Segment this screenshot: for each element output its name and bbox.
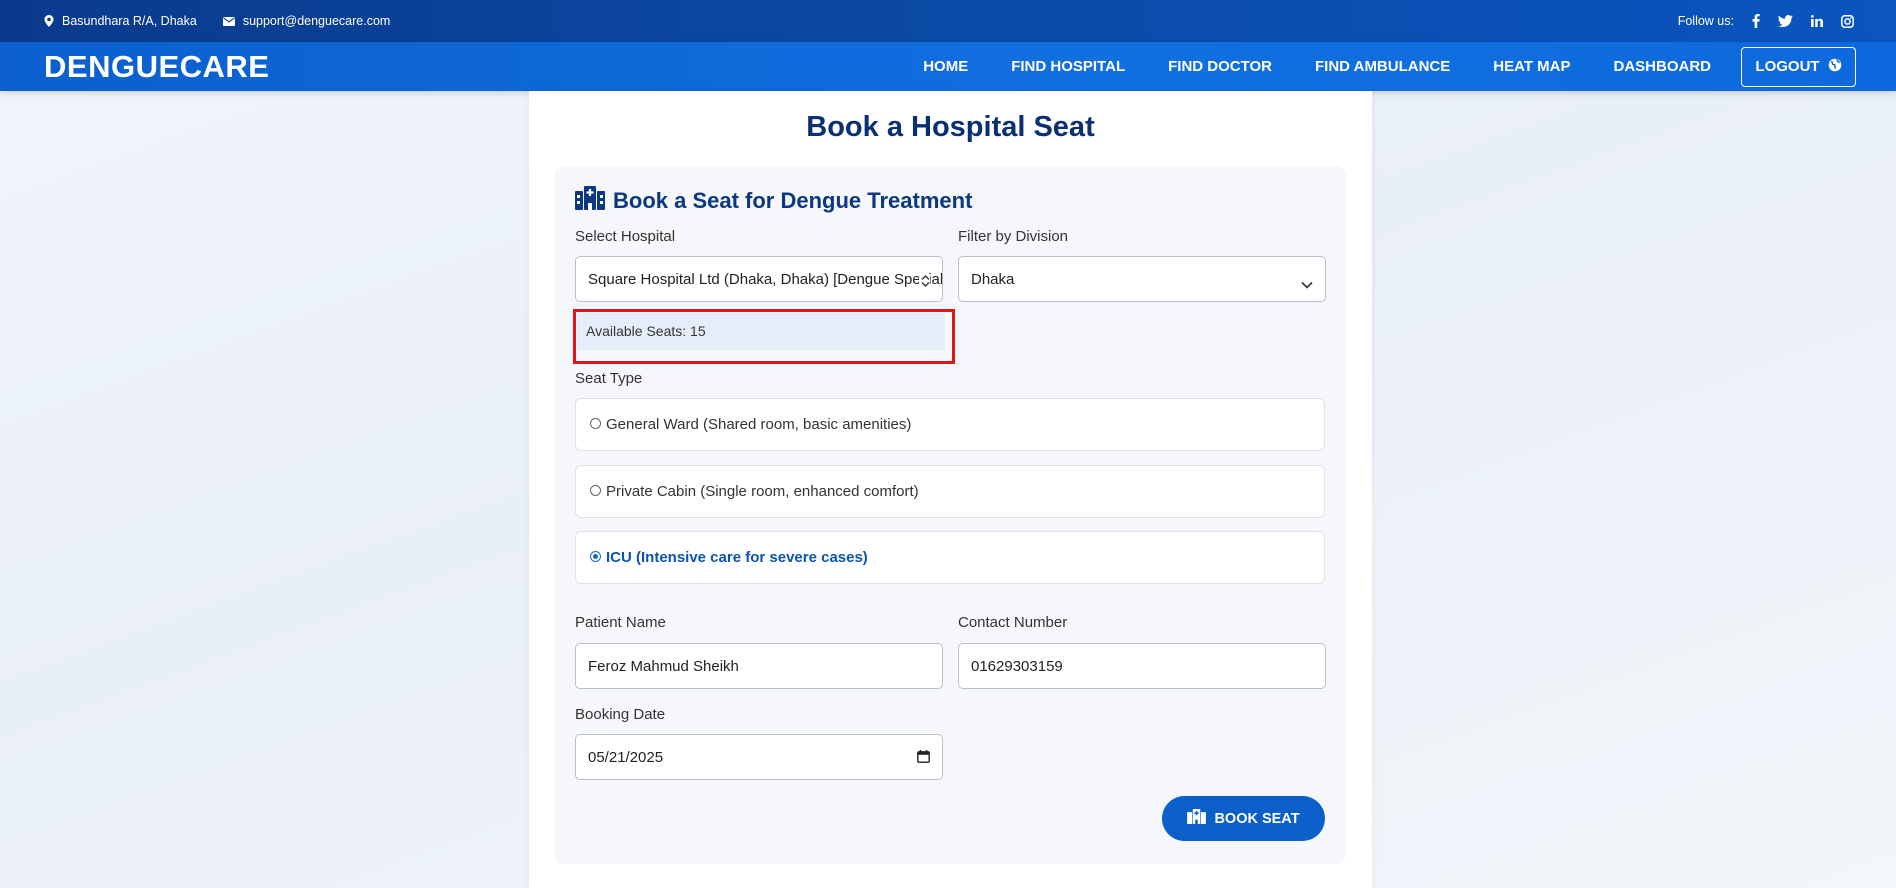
- location-text: Basundhara R/A, Dhaka: [62, 14, 197, 28]
- main-navbar: DENGUECARE HOME FIND HOSPITAL FIND DOCTO…: [0, 42, 1896, 91]
- location-info: Basundhara R/A, Dhaka: [44, 14, 197, 28]
- envelope-icon: [222, 16, 235, 26]
- book-seat-label: BOOK SEAT: [1214, 810, 1300, 827]
- seat-option-label: Private Cabin (Single room, enhanced com…: [606, 483, 919, 500]
- seat-type-label: Seat Type: [575, 370, 643, 387]
- chevron-down-icon: [1301, 276, 1313, 293]
- logout-button[interactable]: LOGOUT: [1741, 46, 1856, 87]
- instagram-icon[interactable]: [1841, 14, 1854, 28]
- booking-form: Book a Seat for Dengue Treatment Select …: [554, 166, 1346, 864]
- calendar-icon[interactable]: [917, 750, 930, 767]
- radio-general-ward[interactable]: [590, 418, 601, 429]
- logout-label: LOGOUT: [1755, 58, 1820, 75]
- select-hospital-label: Select Hospital: [575, 228, 676, 245]
- book-seat-button[interactable]: BOOK SEAT: [1162, 796, 1325, 841]
- nav-link-find-hospital[interactable]: FIND HOSPITAL: [1011, 58, 1125, 75]
- radio-private-cabin[interactable]: [590, 485, 601, 496]
- seat-option-general-ward[interactable]: General Ward (Shared room, basic ameniti…: [575, 398, 1325, 451]
- nav-link-find-ambulance[interactable]: FIND AMBULANCE: [1315, 58, 1450, 75]
- twitter-icon[interactable]: [1778, 15, 1793, 27]
- booking-card: Book a Hospital Seat Book a Seat for Den…: [529, 91, 1372, 888]
- map-pin-icon: [44, 15, 54, 27]
- email-text[interactable]: support@denguecare.com: [243, 14, 391, 28]
- hospital-icon: [575, 186, 605, 216]
- hospital-icon: [1187, 809, 1207, 828]
- email-info: support@denguecare.com: [222, 14, 391, 28]
- form-title: Book a Seat for Dengue Treatment: [575, 186, 972, 216]
- division-select[interactable]: Dhaka: [958, 256, 1326, 302]
- nav-menu: HOME FIND HOSPITAL FIND DOCTOR FIND AMBU…: [880, 46, 1856, 87]
- nav-link-find-doctor[interactable]: FIND DOCTOR: [1168, 58, 1272, 75]
- booking-date-label: Booking Date: [575, 706, 666, 723]
- highlight-box: [573, 309, 955, 364]
- booking-date-value: 05/21/2025: [588, 748, 664, 766]
- seat-option-private-cabin[interactable]: Private Cabin (Single room, enhanced com…: [575, 465, 1325, 518]
- nav-link-heat-map[interactable]: HEAT MAP: [1493, 58, 1570, 75]
- contact-number-input[interactable]: 01629303159: [958, 643, 1326, 689]
- seat-option-label: General Ward (Shared room, basic ameniti…: [606, 416, 912, 433]
- nav-link-dashboard[interactable]: DASHBOARD: [1614, 58, 1712, 75]
- booking-date-input[interactable]: 05/21/2025: [575, 734, 943, 780]
- top-info-bar: Basundhara R/A, Dhaka support@denguecare…: [0, 0, 1896, 42]
- chevron-updown-icon: [919, 274, 930, 291]
- form-title-text: Book a Seat for Dengue Treatment: [613, 188, 973, 213]
- radio-icu[interactable]: [590, 551, 601, 562]
- hospital-select-value: Square Hospital Ltd (Dhaka, Dhaka) [Deng…: [588, 270, 943, 288]
- contact-number-label: Contact Number: [958, 614, 1068, 631]
- globe-icon: [1828, 58, 1842, 76]
- patient-name-label: Patient Name: [575, 614, 666, 631]
- division-select-value: Dhaka: [971, 270, 1015, 288]
- seat-option-icu[interactable]: ICU (Intensive care for severe cases): [575, 531, 1325, 584]
- linkedin-icon[interactable]: [1811, 15, 1823, 27]
- brand-logo[interactable]: DENGUECARE: [44, 49, 269, 85]
- hospital-select[interactable]: Square Hospital Ltd (Dhaka, Dhaka) [Deng…: [575, 256, 943, 302]
- contact-number-value: 01629303159: [971, 657, 1063, 675]
- follow-label: Follow us:: [1677, 14, 1734, 28]
- facebook-icon[interactable]: [1752, 14, 1760, 28]
- patient-name-input[interactable]: Feroz Mahmud Sheikh: [575, 643, 943, 689]
- patient-name-value: Feroz Mahmud Sheikh: [588, 657, 739, 675]
- seat-option-label: ICU (Intensive care for severe cases): [606, 549, 868, 566]
- nav-link-home[interactable]: HOME: [923, 58, 968, 75]
- division-filter-label: Filter by Division: [958, 228, 1069, 245]
- page-title: Book a Hospital Seat: [806, 111, 1095, 143]
